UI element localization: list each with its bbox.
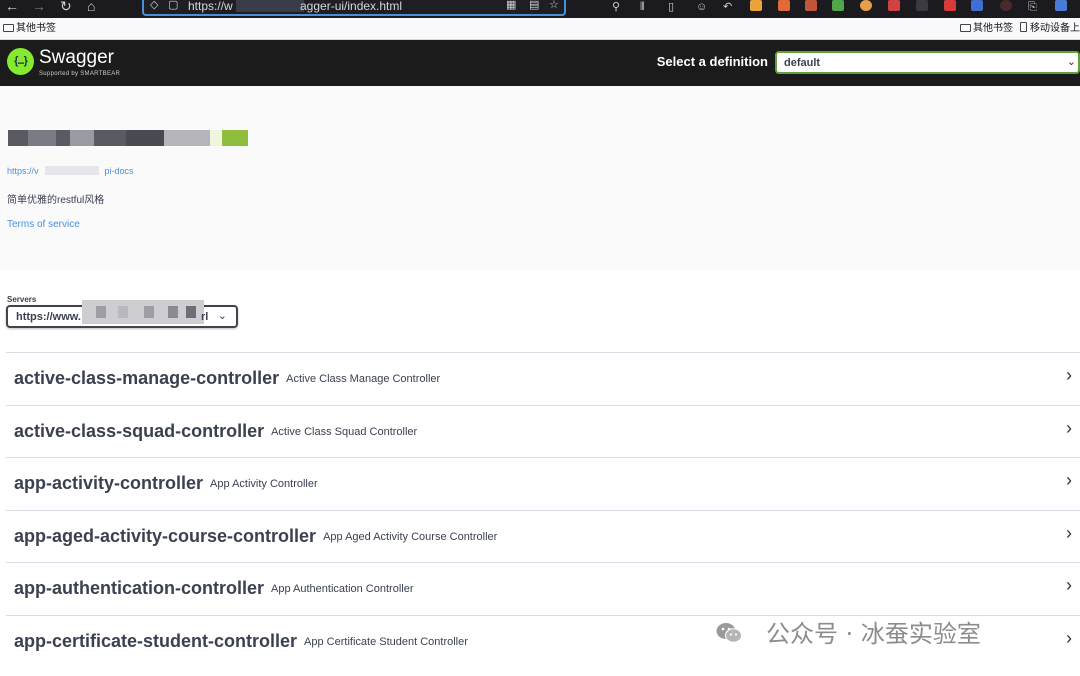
swagger-logo-icon[interactable]: {...} bbox=[7, 48, 34, 75]
definition-select[interactable]: default ⌄ bbox=[775, 51, 1080, 74]
bookmark-folder-other[interactable]: 其他书签 bbox=[3, 22, 56, 35]
wechat-icon bbox=[716, 623, 742, 643]
shield-icon: ◇ bbox=[150, 0, 159, 11]
swagger-logo-subtitle: Supported by SMARTBEAR bbox=[39, 71, 121, 77]
tag-name: active-class-manage-controller bbox=[14, 368, 280, 388]
sidebar-icon[interactable]: ▯ bbox=[668, 0, 674, 14]
library-icon[interactable]: ⫴ bbox=[640, 0, 645, 14]
chevron-right-icon[interactable]: › bbox=[1066, 574, 1072, 596]
tag-description: Active Class Manage Controller bbox=[286, 373, 441, 385]
browser-toolbar: ← → ↻ ⌂ ◇ ▢ https://w agger-ui/index.htm… bbox=[0, 0, 1080, 18]
tag-section[interactable]: app-authentication-controller App Authent… bbox=[6, 562, 1080, 615]
extensions-icon[interactable]: ⎘ bbox=[1028, 0, 1037, 14]
servers-select-value-start: https://www. bbox=[16, 311, 81, 323]
tag-name-row: app-certificate-student-controller App Ce… bbox=[14, 630, 468, 653]
extension-icon[interactable] bbox=[778, 0, 790, 11]
back-icon[interactable]: ← bbox=[5, 0, 19, 15]
tag-name: app-aged-activity-course-controller bbox=[14, 525, 317, 546]
tag-name-row: app-aged-activity-course-controller App A… bbox=[14, 525, 497, 548]
tag-description: App Aged Activity Course Controller bbox=[323, 530, 498, 543]
swagger-logo-text[interactable]: Swagger bbox=[39, 48, 114, 68]
account-icon[interactable]: ☺ bbox=[696, 0, 707, 14]
reload-icon[interactable]: ↻ bbox=[60, 0, 72, 15]
extension-icon[interactable] bbox=[832, 0, 844, 11]
bookmark-folder-label: 其他书签 bbox=[973, 23, 1013, 34]
tag-description: Active Class Squad Controller bbox=[271, 425, 418, 438]
chevron-right-icon[interactable]: › bbox=[1066, 469, 1072, 491]
tag-name-row: app-activity-controller App Activity Cont… bbox=[14, 472, 318, 495]
chevron-right-icon[interactable]: › bbox=[1066, 522, 1072, 544]
bookmarks-bar: 其他书签 其他书签 移动设备上的 bbox=[0, 18, 1080, 40]
extension-icon[interactable] bbox=[750, 0, 762, 11]
tag-section[interactable]: active-class-manage-controller Active Cla… bbox=[6, 352, 1080, 405]
chevron-right-icon[interactable]: › bbox=[1066, 364, 1072, 386]
extension-icon[interactable] bbox=[860, 0, 872, 11]
servers-label: Servers bbox=[7, 295, 37, 304]
tag-description: App Activity Controller bbox=[210, 478, 318, 491]
watermark-text: 公众号 · 冰蚕实验室 bbox=[766, 620, 981, 648]
star-icon[interactable]: ☆ bbox=[549, 0, 559, 12]
chevron-right-icon[interactable]: › bbox=[1066, 627, 1072, 649]
tag-name: app-authentication-controller bbox=[14, 578, 265, 599]
folder-icon bbox=[3, 24, 14, 32]
extension-icon[interactable] bbox=[916, 0, 928, 11]
extension-icon[interactable] bbox=[888, 0, 900, 11]
chevron-right-icon[interactable]: › bbox=[1066, 417, 1072, 439]
undo-icon[interactable]: ↶ bbox=[723, 0, 732, 14]
folder-icon bbox=[960, 24, 971, 32]
servers-select[interactable]: https://www. rl ⌄ bbox=[6, 300, 238, 328]
pocket-icon[interactable]: ⚲ bbox=[612, 0, 620, 14]
lock-icon: ▢ bbox=[168, 0, 179, 11]
tag-description: App Authentication Controller bbox=[271, 583, 414, 596]
server-url-redacted bbox=[82, 300, 204, 324]
reader-icon[interactable]: ▤ bbox=[529, 0, 539, 12]
extension-icon[interactable] bbox=[944, 0, 956, 11]
chevron-down-icon: ⌄ bbox=[217, 310, 227, 322]
url-start: https://w bbox=[188, 0, 233, 13]
qr-icon[interactable]: ▦ bbox=[506, 0, 516, 12]
api-description: 简单优雅的restful风格 bbox=[7, 195, 105, 206]
extension-icon[interactable] bbox=[805, 0, 817, 11]
home-icon[interactable]: ⌂ bbox=[87, 0, 95, 15]
tag-section[interactable]: app-aged-activity-course-controller App A… bbox=[6, 509, 1080, 563]
swagger-topbar: {...} Swagger Supported by SMARTBEAR Sel… bbox=[0, 40, 1080, 86]
extension-icon[interactable] bbox=[971, 0, 983, 11]
forward-icon[interactable]: → bbox=[32, 0, 46, 15]
terms-of-service-link[interactable]: Terms of service bbox=[7, 218, 80, 231]
api-docs-url-end: pi-docs bbox=[104, 166, 134, 176]
tag-name: app-activity-controller bbox=[14, 473, 204, 494]
servers-select-value-end: rl bbox=[201, 311, 209, 323]
url-redacted bbox=[44, 166, 99, 175]
bookmark-mobile-label: 移动设备上的 bbox=[1030, 23, 1080, 34]
tag-name: app-certificate-student-controller bbox=[14, 630, 298, 651]
tag-name-row: active-class-squad-controller Active Clas… bbox=[14, 420, 417, 443]
bookmark-folder-label: 其他书签 bbox=[16, 23, 56, 34]
tag-section[interactable]: app-activity-controller App Activity Cont… bbox=[6, 457, 1080, 510]
url-end: agger-ui/index.html bbox=[300, 0, 403, 13]
api-docs-url-start: https://v bbox=[7, 166, 39, 176]
mobile-icon bbox=[1020, 22, 1027, 32]
tag-name-row: app-authentication-controller App Authent… bbox=[14, 577, 414, 600]
tag-name: active-class-squad-controller bbox=[14, 420, 265, 441]
extension-icon[interactable] bbox=[1055, 0, 1067, 11]
api-docs-link[interactable]: https://v pi-docs bbox=[7, 166, 134, 177]
tag-section[interactable]: active-class-squad-controller Active Clas… bbox=[6, 404, 1080, 458]
tag-name-row: active-class-manage-controller Active Cla… bbox=[14, 367, 440, 390]
url-redacted bbox=[236, 0, 304, 12]
bookmark-folder-other-right[interactable]: 其他书签 bbox=[960, 22, 1013, 35]
definition-select-value: default bbox=[784, 57, 821, 69]
bookmark-mobile[interactable]: 移动设备上的 bbox=[1020, 22, 1080, 35]
extension-icon[interactable] bbox=[1000, 0, 1012, 11]
select-definition-label: Select a definition bbox=[656, 54, 768, 69]
chevron-down-icon: ⌄ bbox=[1066, 56, 1076, 68]
api-info: https://v pi-docs 简单优雅的restful风格 Terms of… bbox=[0, 86, 1080, 270]
address-bar[interactable]: ◇ ▢ https://w agger-ui/index.html ▦ ▤ ☆ bbox=[142, 0, 566, 16]
tag-description: App Certificate Student Controller bbox=[304, 635, 468, 648]
